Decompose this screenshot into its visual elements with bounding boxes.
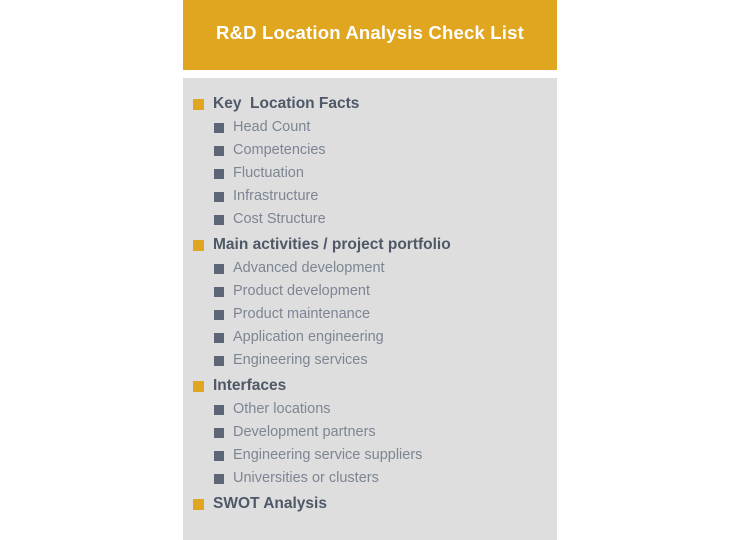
checklist-sub-item[interactable]: Application engineering [183,326,557,349]
square-bullet-gray-icon [214,191,224,202]
checklist-section-label: Key Location Facts [213,95,360,113]
checklist-sub-item[interactable]: Product development [183,280,557,303]
checklist-section-label: Main activities / project portfolio [213,236,451,254]
square-bullet-gray-icon [214,309,224,320]
square-bullet-gray-icon [214,122,224,133]
checklist-section-label: Interfaces [213,377,287,395]
checklist-sub-item[interactable]: Other locations [183,398,557,421]
checklist-section-label: SWOT Analysis [213,495,327,513]
checklist-sub-item[interactable]: Infrastructure [183,185,557,208]
checklist-section: SWOT Analysis [183,492,557,516]
checklist-sub-item-label: Product maintenance [233,306,371,323]
checklist-sub-item[interactable]: Head Count [183,116,557,139]
checklist-section: Key Location Facts Head Count Competencies… [183,92,557,231]
checklist-sub-item-label: Engineering service suppliers [233,447,423,464]
square-bullet-gray-icon [214,286,224,297]
checklist-sub-item[interactable]: Development partners [183,421,557,444]
checklist-sub-item-label: Other locations [233,401,331,418]
checklist-section-row[interactable]: Key Location Facts [183,92,557,116]
checklist-sub-item-label: Fluctuation [233,165,304,182]
checklist-sub-item-label: Development partners [233,424,376,441]
checklist-sub-item[interactable]: Universities or clusters [183,467,557,490]
checklist-section: Interfaces Other locations Development par… [183,374,557,490]
checklist-sub-item[interactable]: Advanced development [183,257,557,280]
checklist-sub-item-label: Engineering services [233,352,368,369]
checklist-sub-list: Advanced development Product development P… [183,257,557,372]
checklist-sub-item-label: Infrastructure [233,188,319,205]
checklist-panel: Key Location Facts Head Count Competencies… [183,78,557,540]
checklist-section-row[interactable]: SWOT Analysis [183,492,557,516]
checklist-sub-item[interactable]: Engineering service suppliers [183,444,557,467]
square-bullet-gray-icon [214,145,224,156]
checklist-section: Main activities / project portfolio Advan… [183,233,557,372]
title-banner: R&D Location Analysis Check List [183,0,557,70]
square-bullet-yellow-icon [193,498,204,510]
checklist-section-row[interactable]: Main activities / project portfolio [183,233,557,257]
checklist-sub-list: Other locations Development partners Engin… [183,398,557,490]
checklist-section-row[interactable]: Interfaces [183,374,557,398]
checklist-sub-list: Head Count Competencies Fluctuation Infrast… [183,116,557,231]
checklist-sub-item-label: Advanced development [233,260,385,277]
square-bullet-gray-icon [214,332,224,343]
square-bullet-gray-icon [214,450,224,461]
square-bullet-gray-icon [214,427,224,438]
checklist-sub-item-label: Cost Structure [233,211,326,228]
square-bullet-gray-icon [214,404,224,415]
checklist-sub-item[interactable]: Cost Structure [183,208,557,231]
checklist-sub-item-label: Competencies [233,142,326,159]
square-bullet-gray-icon [214,214,224,225]
page-title: R&D Location Analysis Check List [216,22,524,43]
checklist-sub-item[interactable]: Competencies [183,139,557,162]
square-bullet-yellow-icon [193,380,204,392]
checklist-sub-item-label: Head Count [233,119,311,136]
checklist-sub-item[interactable]: Fluctuation [183,162,557,185]
square-bullet-gray-icon [214,168,224,179]
checklist-sub-item-label: Universities or clusters [233,470,379,487]
checklist-sub-item[interactable]: Product maintenance [183,303,557,326]
checklist-sub-item[interactable]: Engineering services [183,349,557,372]
square-bullet-yellow-icon [193,239,204,251]
square-bullet-gray-icon [214,473,224,484]
square-bullet-gray-icon [214,263,224,274]
checklist-sub-item-label: Product development [233,283,371,300]
slide-canvas: R&D Location Analysis Check List Key Loc… [0,0,740,540]
checklist-sub-item-label: Application engineering [233,329,384,346]
square-bullet-yellow-icon [193,98,204,110]
square-bullet-gray-icon [214,355,224,366]
checklist: Key Location Facts Head Count Competencies… [183,92,557,516]
